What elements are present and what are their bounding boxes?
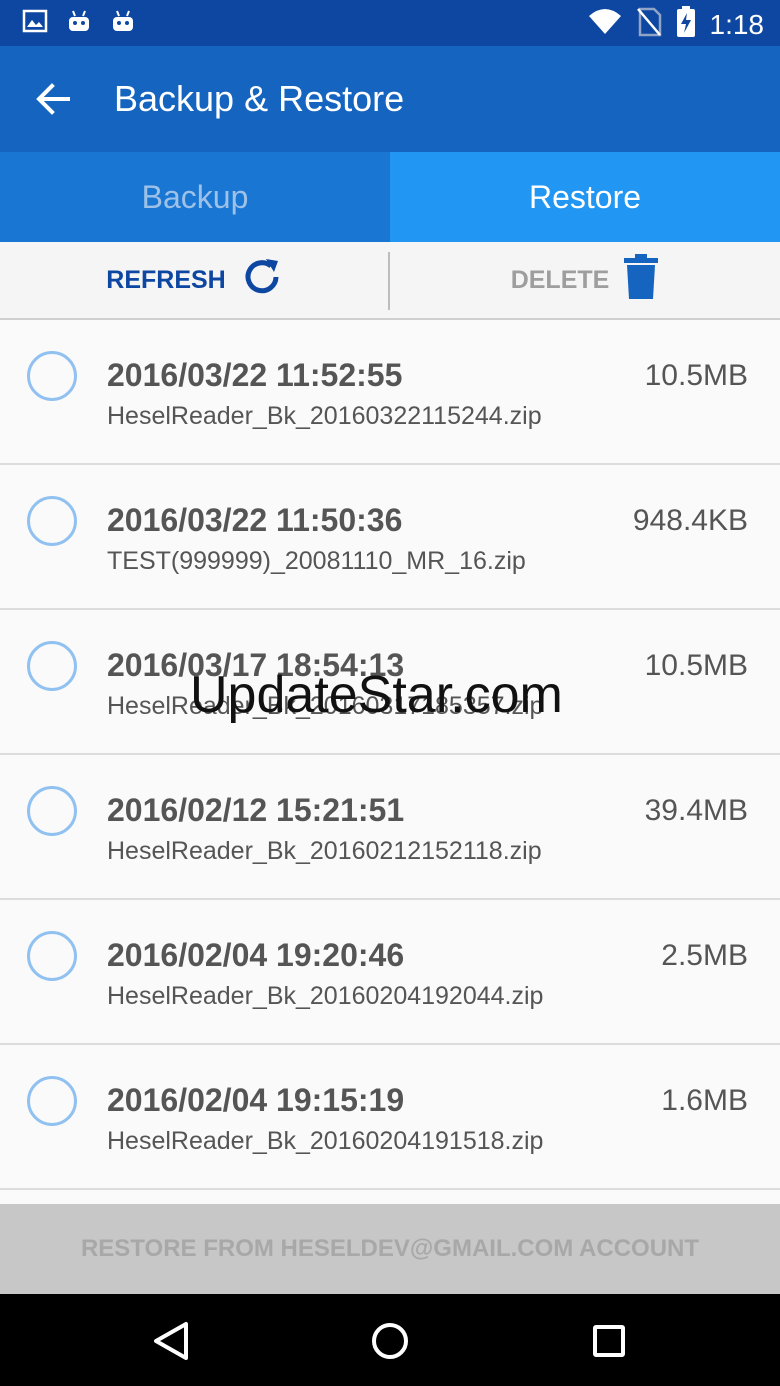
backup-size: 10.5MB bbox=[644, 649, 748, 682]
back-arrow-icon[interactable] bbox=[30, 76, 76, 122]
backup-date: 2016/03/17 18:54:13 bbox=[107, 647, 405, 683]
backup-date: 2016/02/04 19:15:19 bbox=[107, 1082, 405, 1118]
wifi-icon bbox=[588, 8, 622, 41]
tab-backup[interactable]: Backup bbox=[0, 152, 390, 242]
list-item[interactable]: 2016/02/12 15:21:51 HeselReader_Bk_20160… bbox=[0, 755, 780, 900]
divider bbox=[388, 252, 390, 310]
nav-recents-icon[interactable] bbox=[584, 1316, 634, 1366]
status-time: 1:18 bbox=[709, 8, 765, 40]
restore-from-account-button[interactable]: RESTORE FROM HESELDEV@GMAIL.COM ACCOUNT bbox=[0, 1204, 780, 1294]
backup-size: 39.4MB bbox=[644, 794, 748, 827]
backup-date: 2016/02/12 15:21:51 bbox=[107, 792, 405, 828]
radio-button[interactable] bbox=[27, 931, 77, 981]
backup-filename: TEST(999999)_20081110_MR_16.zip bbox=[107, 547, 526, 575]
image-icon bbox=[22, 8, 48, 39]
backup-date: 2016/02/04 19:20:46 bbox=[107, 937, 405, 973]
status-bar: 1:18 bbox=[0, 0, 780, 46]
tab-bar: Backup Restore bbox=[0, 152, 780, 242]
refresh-label: REFRESH bbox=[106, 265, 226, 294]
backup-date: 2016/03/22 11:50:36 bbox=[107, 502, 403, 538]
backup-filename: HeselReader_Bk_20160317185357.zip bbox=[107, 692, 544, 720]
refresh-button[interactable]: REFRESH bbox=[0, 242, 390, 318]
battery-charging-icon bbox=[676, 6, 696, 43]
system-nav-bar bbox=[0, 1294, 780, 1386]
list-item[interactable]: 2016/02/04 19:20:46 HeselReader_Bk_20160… bbox=[0, 900, 780, 1045]
backup-size: 1.6MB bbox=[661, 1084, 748, 1117]
delete-button[interactable]: DELETE bbox=[390, 242, 780, 318]
refresh-icon bbox=[240, 255, 284, 306]
trash-icon bbox=[623, 253, 659, 308]
nav-back-icon[interactable] bbox=[146, 1316, 196, 1366]
page-title: Backup & Restore bbox=[114, 78, 405, 119]
backup-filename: HeselReader_Bk_20160212152118.zip bbox=[107, 837, 542, 865]
radio-button[interactable] bbox=[27, 496, 77, 546]
action-bar: REFRESH DELETE bbox=[0, 242, 780, 320]
list-item[interactable]: 2016/03/22 11:50:36 TEST(999999)_2008111… bbox=[0, 465, 780, 610]
list-item[interactable]: 2016/03/17 18:54:13 HeselReader_Bk_20160… bbox=[0, 610, 780, 755]
backup-filename: HeselReader_Bk_20160204192044.zip bbox=[107, 982, 544, 1010]
radio-button[interactable] bbox=[27, 351, 77, 401]
radio-button[interactable] bbox=[27, 786, 77, 836]
backup-list: 2016/03/22 11:52:55 HeselReader_Bk_20160… bbox=[0, 320, 780, 1204]
android-icon bbox=[110, 8, 136, 39]
delete-label: DELETE bbox=[510, 265, 610, 294]
android-icon bbox=[66, 8, 92, 39]
backup-filename: HeselReader_Bk_20160322115244.zip bbox=[107, 402, 542, 430]
backup-size: 10.5MB bbox=[644, 359, 748, 392]
backup-date: 2016/03/22 11:52:55 bbox=[107, 357, 403, 393]
no-sim-icon bbox=[636, 7, 662, 42]
backup-size: 948.4KB bbox=[632, 504, 748, 537]
nav-home-icon[interactable] bbox=[365, 1316, 415, 1366]
tab-restore[interactable]: Restore bbox=[390, 152, 780, 242]
backup-size: 2.5MB bbox=[661, 939, 748, 972]
radio-button[interactable] bbox=[27, 1076, 77, 1126]
radio-button[interactable] bbox=[27, 641, 77, 691]
list-item[interactable]: 2016/02/04 19:15:19 HeselReader_Bk_20160… bbox=[0, 1045, 780, 1190]
backup-filename: HeselReader_Bk_20160204191518.zip bbox=[107, 1127, 544, 1155]
list-item[interactable]: 2016/03/22 11:52:55 HeselReader_Bk_20160… bbox=[0, 320, 780, 465]
app-bar: Backup & Restore bbox=[0, 46, 780, 152]
